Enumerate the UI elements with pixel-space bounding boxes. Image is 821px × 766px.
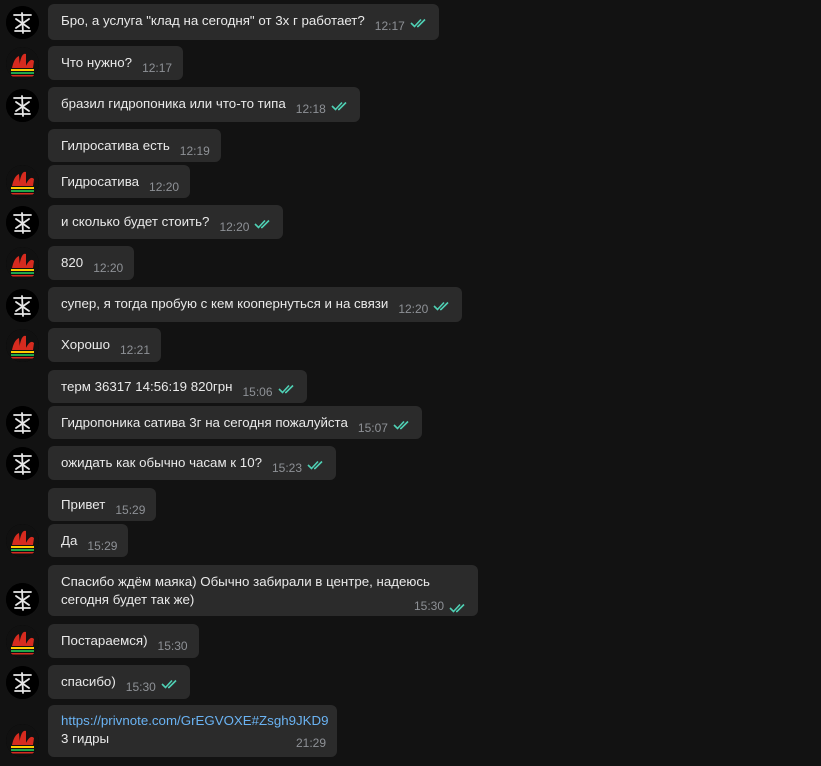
message-bubble[interactable]: Гилросатива есть 12:19 [48,129,221,162]
message-text: Гидропоника сатива 3г на сегодня пожалуй… [61,415,348,430]
message-time: 15:23 [272,461,303,475]
scribble-logo-icon [6,6,39,39]
message-time: 12:21 [119,343,150,357]
scribble-logo-icon [6,447,39,480]
trefoil-logo-icon [6,165,39,198]
message-bubble[interactable]: https://privnote.com/GrEGVOXE#Zsgh9JKD9 … [48,705,337,757]
read-check-icon [331,101,347,111]
message-text: Гидросатива [61,174,140,189]
message-bubble[interactable]: ожидать как обычно часам к 10? 15:23 [48,446,337,480]
message-time: 15:07 [357,421,388,435]
contact-avatar[interactable] [6,329,39,362]
trefoil-logo-icon [6,247,39,280]
read-check-icon [410,18,426,28]
contact-avatar[interactable] [6,625,39,658]
read-check-icon [393,420,409,430]
message-time: 21:29 [295,736,326,750]
message-bubble[interactable]: Да 15:29 [48,524,129,557]
message-text: Что нужно? [61,55,133,70]
message-bubble[interactable]: спасибо) 15:30 [48,665,190,699]
trefoil-logo-icon [6,329,39,362]
read-check-icon [277,384,294,394]
trefoil-logo-icon [6,625,39,658]
message-bubble[interactable]: и сколько будет стоить? 12:20 [48,205,284,239]
message-time: 12:17 [142,61,173,75]
trefoil-logo-icon [6,524,39,557]
message-text-line: 3 гидры [61,731,110,746]
contact-avatar[interactable] [6,524,39,557]
message-bubble[interactable]: Привет 15:29 [48,488,157,521]
message-text: и сколько будет стоить? [61,214,210,229]
message-time: 12:20 [149,180,180,194]
message-text: Постараемся) [61,633,148,648]
message-time: 15:29 [87,539,118,553]
message-time: 15:06 [242,385,273,399]
message-text-line: сегодня будет так же) [61,592,195,607]
message-text: 820 [61,255,84,270]
privnote-link[interactable]: https://privnote.com/GrEGVOXE#Zsgh9JKD9 [61,712,329,730]
message-bubble[interactable]: Бро, а услуга "клад на сегодня" от 3х г … [48,4,439,40]
message-time: 12:20 [398,302,429,316]
message-text-line: Спасибо ждём маяка) Обычно забирали в це… [61,574,430,589]
message-bubble[interactable]: Хорошо 12:21 [48,328,161,362]
scribble-logo-icon [6,406,39,439]
message-text: Бро, а услуга "клад на сегодня" от 3х г … [61,13,365,28]
read-check-icon [161,679,177,689]
message-time: 15:29 [115,503,146,517]
my-avatar[interactable] [6,206,39,239]
read-check-icon [449,603,465,613]
message-bubble[interactable]: бразил гидропоника или что-то типа 12:18 [48,87,360,122]
trefoil-logo-icon [6,47,39,80]
message-time: 12:17 [374,19,405,33]
scribble-logo-icon [6,583,39,616]
message-text: Привет [61,497,106,512]
message-text: спасибо) [61,674,116,689]
message-bubble[interactable]: 820 12:20 [48,246,135,280]
message-bubble[interactable]: Гидропоника сатива 3г на сегодня пожалуй… [48,406,422,439]
message-text: Хорошо [61,337,110,352]
message-time: 12:20 [219,220,250,234]
scribble-logo-icon [6,289,39,322]
my-avatar[interactable] [6,583,39,616]
message-time: 15:30 [157,639,188,653]
message-bubble[interactable]: Гидросатива 12:20 [48,165,191,198]
message-bubble[interactable]: Постараемся) 15:30 [48,624,199,658]
message-time: 15:30 [413,599,444,613]
trefoil-logo-icon [6,724,39,757]
chat-history: Бро, а услуга "клад на сегодня" от 3х г … [0,0,821,766]
message-time: 12:19 [179,144,210,158]
contact-avatar[interactable] [6,247,39,280]
my-avatar[interactable] [6,89,39,122]
read-check-icon [307,460,323,470]
message-time: 12:20 [93,261,124,275]
read-check-icon [433,301,449,311]
scribble-logo-icon [6,666,39,699]
scribble-logo-icon [6,89,39,122]
message-text: супер, я тогда пробую с кем коопернуться… [61,296,389,311]
message-bubble[interactable]: Спасибо ждём маяка) Обычно забирали в це… [48,565,478,616]
message-time: 15:30 [125,680,156,694]
my-avatar[interactable] [6,666,39,699]
scribble-logo-icon [6,206,39,239]
contact-avatar[interactable] [6,47,39,80]
message-bubble[interactable]: терм 36317 14:56:19 820грн 15:06 [48,370,307,403]
my-avatar[interactable] [6,6,39,39]
message-text: бразил гидропоника или что-то типа [61,96,286,111]
message-bubble[interactable]: супер, я тогда пробую с кем коопернуться… [48,287,463,322]
message-text: ожидать как обычно часам к 10? [61,455,262,470]
contact-avatar[interactable] [6,724,39,757]
message-text: Да [61,533,78,548]
my-avatar[interactable] [6,406,39,439]
read-check-icon [254,219,271,229]
my-avatar[interactable] [6,289,39,322]
message-time: 12:18 [295,102,326,116]
message-bubble[interactable]: Что нужно? 12:17 [48,46,184,80]
contact-avatar[interactable] [6,165,39,198]
message-text: терм 36317 14:56:19 820грн [61,379,233,394]
my-avatar[interactable] [6,447,39,480]
message-text: Гилросатива есть [61,138,170,153]
